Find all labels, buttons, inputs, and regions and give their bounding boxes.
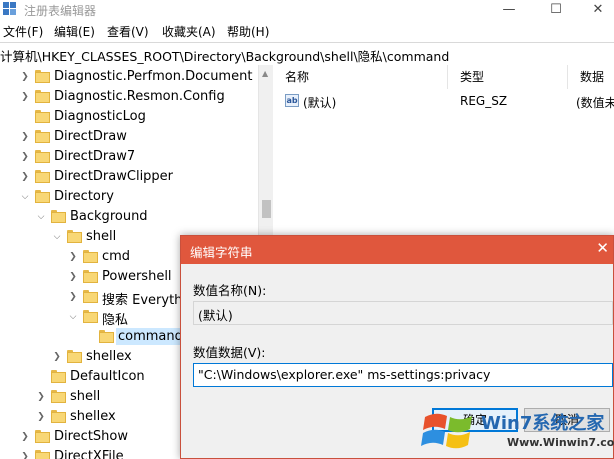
folder-icon <box>67 230 82 243</box>
folder-icon <box>35 70 50 83</box>
chevron-right-icon[interactable]: ❯ <box>20 152 30 162</box>
tree-item-label: 隐私 <box>102 313 129 328</box>
tree-item-label: shellex <box>70 409 116 424</box>
chevron-right-icon[interactable]: ❯ <box>36 412 46 422</box>
windows-logo-icon <box>421 413 472 449</box>
folder-icon <box>35 450 50 459</box>
value-type: REG_SZ <box>460 94 508 108</box>
close-button[interactable]: ✕ <box>582 0 614 20</box>
tree-item-label: DirectDraw <box>54 129 127 144</box>
value-data-input[interactable]: "C:\Windows\explorer.exe" ms-settings:pr… <box>193 363 613 387</box>
folder-icon <box>35 170 50 183</box>
chevron-down-icon[interactable]: ⌵ <box>52 232 62 242</box>
dialog-title-bar[interactable]: 编辑字符串 ✕ <box>181 236 613 264</box>
folder-icon <box>83 310 98 323</box>
value-name: (默认) <box>303 96 337 110</box>
chevron-right-icon[interactable]: ❯ <box>20 132 30 142</box>
folder-icon <box>83 270 98 283</box>
menu-favorites[interactable]: 收藏夹(A) <box>162 23 216 40</box>
address-path[interactable]: 计算机\HKEY_CLASSES_ROOT\Directory\Backgrou… <box>0 46 449 65</box>
site-watermark: Win7系统之家 Www.Winwin7.com <box>415 403 614 459</box>
watermark-text: Win7系统之家 <box>481 413 605 434</box>
folder-icon <box>35 150 50 163</box>
tree-item-label: shellex <box>86 349 132 364</box>
chevron-right-icon[interactable]: ❯ <box>68 292 78 302</box>
value-name-label: 数值名称(N): <box>193 283 267 298</box>
chevron-down-icon[interactable]: ⌵ <box>36 212 46 222</box>
menu-edit[interactable]: 编辑(E) <box>54 23 95 40</box>
chevron-down-icon[interactable]: ⌵ <box>68 312 78 322</box>
folder-icon <box>67 350 82 363</box>
window-title: 注册表编辑器 <box>24 4 97 18</box>
menu-file[interactable]: 文件(F) <box>3 23 43 40</box>
tree-item-label: Powershell <box>102 269 172 284</box>
chevron-right-icon[interactable]: ❯ <box>20 432 30 442</box>
tree-item-label: command <box>116 328 185 345</box>
chevron-right-icon[interactable]: ❯ <box>52 352 62 362</box>
chevron-right-icon[interactable]: ❯ <box>20 172 30 182</box>
tree-item-label: DirectDrawClipper <box>54 169 174 184</box>
tree-item-label: cmd <box>102 249 131 264</box>
folder-icon <box>35 110 50 123</box>
folder-icon <box>99 330 114 343</box>
tree-item-label: DirectDraw7 <box>54 149 136 164</box>
chevron-right-icon[interactable]: ❯ <box>20 452 30 459</box>
folder-icon <box>83 250 98 263</box>
regedit-app-icon <box>3 2 16 15</box>
value-data: (数值未 <box>576 96 614 110</box>
address-bar[interactable]: 计算机\HKEY_CLASSES_ROOT\Directory\Backgrou… <box>0 42 614 66</box>
menu-help[interactable]: 帮助(H) <box>227 23 269 40</box>
string-value-icon: ab <box>285 94 299 107</box>
folder-icon <box>35 430 50 443</box>
tree-item-label: shell <box>70 389 101 404</box>
folder-icon <box>35 190 50 203</box>
tree-item-label: Diagnostic.Resmon.Config <box>54 89 225 104</box>
column-header-name[interactable]: 名称 <box>273 65 448 89</box>
tree-item-label: DefaultIcon <box>70 369 145 384</box>
tree-item-label: Background <box>70 209 148 224</box>
column-header-data[interactable]: 数据 <box>568 65 614 89</box>
tree-item-label: shell <box>86 229 117 244</box>
folder-icon <box>83 290 98 303</box>
tree-item-label: DiagnosticLog <box>54 109 146 124</box>
folder-icon <box>35 130 50 143</box>
menu-view[interactable]: 查看(V) <box>107 23 149 40</box>
chevron-right-icon[interactable]: ❯ <box>68 252 78 262</box>
watermark-url: Www.Winwin7.com <box>507 436 614 449</box>
value-data-label: 数值数据(V): <box>193 345 266 360</box>
tree-item-label: Directory <box>54 189 114 204</box>
title-bar: 注册表编辑器 — ☐ ✕ <box>0 0 614 20</box>
chevron-right-icon[interactable]: ❯ <box>20 72 30 82</box>
dialog-close-button[interactable]: ✕ <box>596 239 609 257</box>
value-row[interactable]: ab (默认) REG_SZ (数值未 <box>273 91 614 111</box>
chevron-down-icon[interactable]: ⌵ <box>20 192 30 202</box>
tree-item-label: DirectXFile <box>54 449 124 459</box>
menu-bar: 文件(F) 编辑(E) 查看(V) 收藏夹(A) 帮助(H) <box>0 20 614 42</box>
scroll-up-icon[interactable]: ▲ <box>262 69 268 78</box>
maximize-button[interactable]: ☐ <box>536 0 576 20</box>
folder-icon <box>51 410 66 423</box>
folder-icon <box>51 390 66 403</box>
column-header-type[interactable]: 类型 <box>448 65 568 89</box>
folder-icon <box>51 210 66 223</box>
scrollbar-thumb[interactable] <box>262 200 271 218</box>
minimize-button[interactable]: — <box>489 0 529 20</box>
tree-item-label: DirectShow <box>54 429 129 444</box>
chevron-right-icon[interactable]: ❯ <box>20 92 30 102</box>
folder-icon <box>51 370 66 383</box>
folder-icon <box>35 90 50 103</box>
value-name-field: (默认) <box>193 301 613 325</box>
dialog-title: 编辑字符串 <box>190 245 253 260</box>
chevron-right-icon[interactable]: ❯ <box>36 392 46 402</box>
chevron-right-icon[interactable]: ❯ <box>68 272 78 282</box>
tree-item-label: Diagnostic.Perfmon.Document <box>54 69 253 84</box>
